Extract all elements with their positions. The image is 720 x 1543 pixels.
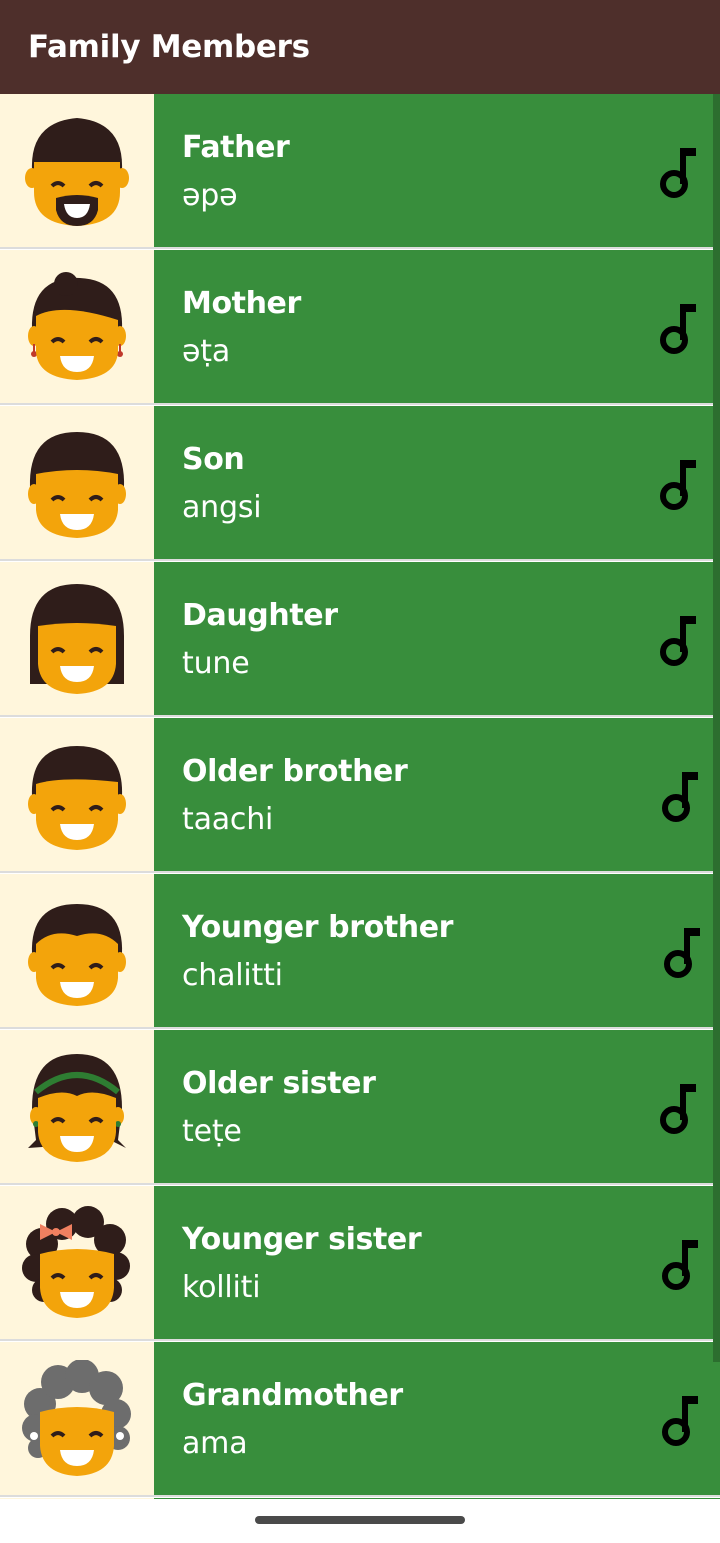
gesture-handle[interactable] xyxy=(255,1516,465,1524)
navigation-bar xyxy=(0,1499,720,1543)
miwok-word: kolliti xyxy=(182,1270,261,1305)
music-note-icon[interactable] xyxy=(658,300,698,356)
english-word: Daughter xyxy=(182,598,338,633)
music-note-icon[interactable] xyxy=(662,924,702,980)
divider xyxy=(0,1027,720,1029)
music-note-icon[interactable] xyxy=(660,768,700,824)
miwok-word: əpə xyxy=(182,178,238,213)
avatar-younger-brother xyxy=(0,874,154,1029)
item-panel[interactable]: Older sister teṭe xyxy=(154,1030,720,1185)
miwok-word: angsi xyxy=(182,490,262,525)
music-note-icon[interactable] xyxy=(660,1392,700,1448)
english-word: Younger sister xyxy=(182,1222,422,1257)
scrollbar[interactable] xyxy=(713,94,720,1362)
divider xyxy=(0,1339,720,1341)
list-item[interactable]: Older brother taachi xyxy=(0,718,720,873)
avatar-mother xyxy=(0,250,154,405)
music-note-icon[interactable] xyxy=(658,456,698,512)
miwok-word: tune xyxy=(182,646,250,681)
divider xyxy=(0,403,720,405)
avatar-daughter xyxy=(0,562,154,717)
item-panel[interactable]: Older brother taachi xyxy=(154,718,720,873)
list-item[interactable]: Son angsi xyxy=(0,406,720,561)
miwok-word: chalitti xyxy=(182,958,283,993)
family-members-list[interactable]: Father əpə Mother əṭa Son angsi Daughter… xyxy=(0,94,720,1499)
item-panel[interactable]: Younger sister kolliti xyxy=(154,1186,720,1341)
list-item[interactable]: Older sister teṭe xyxy=(0,1030,720,1185)
item-panel[interactable]: Younger brother chalitti xyxy=(154,874,720,1029)
avatar-older-brother xyxy=(0,718,154,873)
list-item[interactable]: Younger sister kolliti xyxy=(0,1186,720,1341)
divider xyxy=(0,1495,720,1497)
item-panel[interactable]: Father əpə xyxy=(154,94,720,249)
divider xyxy=(0,247,720,249)
english-word: Older brother xyxy=(182,754,408,789)
english-word: Mother xyxy=(182,286,301,321)
list-item[interactable]: Father əpə xyxy=(0,94,720,249)
avatar-son xyxy=(0,406,154,561)
item-panel[interactable]: Son angsi xyxy=(154,406,720,561)
app-bar: Family Members xyxy=(0,0,720,94)
miwok-word: taachi xyxy=(182,802,274,837)
avatar-father xyxy=(0,94,154,249)
music-note-icon[interactable] xyxy=(658,144,698,200)
music-note-icon[interactable] xyxy=(658,1080,698,1136)
divider xyxy=(0,871,720,873)
list-item[interactable]: Younger brother chalitti xyxy=(0,874,720,1029)
avatar-grandmother xyxy=(0,1342,154,1497)
english-word: Father xyxy=(182,130,290,165)
divider xyxy=(0,1183,720,1185)
page-title: Family Members xyxy=(28,29,310,65)
miwok-word: əṭa xyxy=(182,334,231,369)
english-word: Son xyxy=(182,442,245,477)
list-item[interactable]: Grandmother ama xyxy=(0,1342,720,1497)
english-word: Older sister xyxy=(182,1066,376,1101)
item-panel[interactable]: Mother əṭa xyxy=(154,250,720,405)
miwok-word: teṭe xyxy=(182,1114,242,1149)
list-item[interactable]: Daughter tune xyxy=(0,562,720,717)
music-note-icon[interactable] xyxy=(660,1236,700,1292)
music-note-icon[interactable] xyxy=(658,612,698,668)
miwok-word: ama xyxy=(182,1426,248,1461)
list-item[interactable]: Mother əṭa xyxy=(0,250,720,405)
avatar-older-sister xyxy=(0,1030,154,1185)
divider xyxy=(0,715,720,717)
divider xyxy=(0,559,720,561)
item-panel[interactable]: Grandmother ama xyxy=(154,1342,720,1497)
english-word: Grandmother xyxy=(182,1378,403,1413)
item-panel[interactable]: Daughter tune xyxy=(154,562,720,717)
avatar-younger-sister xyxy=(0,1186,154,1341)
english-word: Younger brother xyxy=(182,910,454,945)
